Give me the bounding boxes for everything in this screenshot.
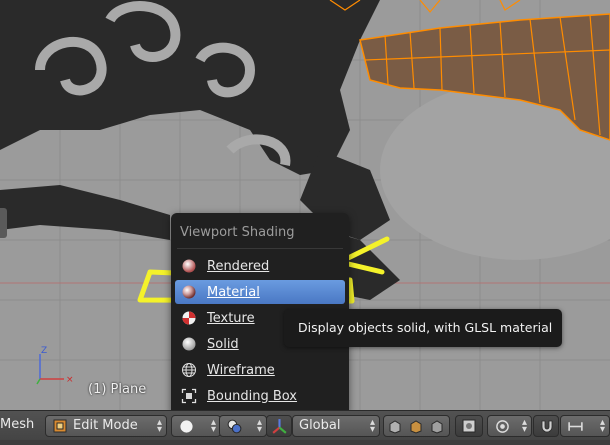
menu-item-wireframe[interactable]: Wireframe (175, 358, 345, 382)
snap-toggle[interactable] (533, 415, 559, 437)
menu-title: Viewport Shading (180, 225, 295, 240)
limit-selection-toggle[interactable] (455, 415, 483, 437)
menu-item-label: Texture (207, 310, 255, 326)
menu-item-rendered[interactable]: Rendered (175, 254, 345, 278)
mode-label: Edit Mode (73, 418, 138, 433)
menu-item-label: Rendered (207, 258, 270, 274)
pivot-point-selector[interactable]: ▴ ▾ (219, 415, 267, 437)
rendered-sphere-icon (182, 259, 196, 273)
axis-gizmo: Z × (36, 346, 74, 385)
axis-x-mark: × (66, 375, 74, 385)
menu-item-label: Material (207, 284, 260, 300)
edit-mode-icon (53, 419, 67, 433)
menu-item-label: Bounding Box (207, 388, 298, 404)
menu-item-label: Wireframe (207, 362, 275, 378)
bounding-box-icon (181, 388, 197, 404)
tooltip: Display objects solid, with GLSL materia… (284, 309, 562, 347)
vertex-select-icon[interactable] (388, 419, 402, 434)
chevron-updown-icon: ▴ ▾ (521, 417, 527, 435)
chevron-updown-icon: ▴ ▾ (256, 417, 262, 435)
chevron-updown-icon: ▴ ▾ (369, 417, 375, 435)
header-bottom-edge (0, 440, 610, 445)
chevron-updown-icon: ▴ ▾ (599, 417, 605, 435)
solid-sphere-icon (182, 337, 196, 351)
tooltip-text: Display objects solid, with GLSL materia… (298, 320, 553, 335)
material-sphere-icon (182, 285, 196, 299)
menu-item-bounding-box[interactable]: Bounding Box (175, 384, 345, 408)
3d-view-header: Mesh Edit Mode ▴ ▾ ▴ ▾ ▴ ▾ Global ▴ ▾ ▴ … (0, 410, 610, 445)
snap-element-selector[interactable]: ▴ ▾ (560, 415, 610, 437)
object-label: (1) Plane (88, 382, 147, 397)
chevron-updown-icon: ▴ ▾ (210, 417, 216, 435)
select-mode-group (383, 415, 450, 437)
viewport-shading-selector[interactable]: ▴ ▾ (171, 415, 221, 437)
tool-shelf-tab[interactable] (0, 208, 7, 238)
edge-select-icon[interactable] (409, 419, 423, 434)
transform-orientation-selector[interactable]: Global ▴ ▾ (292, 415, 380, 437)
transform-manipulator-icon (272, 419, 287, 434)
chevron-updown-icon: ▴ ▾ (156, 417, 162, 435)
limit-selection-icon (462, 419, 476, 433)
solid-sphere-icon (180, 420, 193, 433)
texture-sphere-icon (182, 311, 196, 325)
mesh-menu[interactable]: Mesh (0, 417, 34, 432)
mode-selector[interactable]: Edit Mode ▴ ▾ (45, 415, 167, 437)
manipulator-toggle[interactable] (266, 415, 292, 437)
proportional-editing-icon (496, 420, 509, 433)
face-select-icon[interactable] (430, 419, 444, 434)
menu-separator (177, 248, 343, 249)
menu-item-label: Solid (207, 336, 239, 352)
menu-item-material[interactable]: Material (175, 280, 345, 304)
axis-z-label: Z (41, 346, 47, 356)
pivot-point-icon (227, 419, 242, 434)
wireframe-sphere-icon (182, 363, 196, 377)
snap-increment-icon (568, 422, 583, 431)
magnet-icon (541, 420, 553, 433)
proportional-editing-selector[interactable]: ▴ ▾ (487, 415, 532, 437)
orientation-label: Global (299, 418, 341, 433)
